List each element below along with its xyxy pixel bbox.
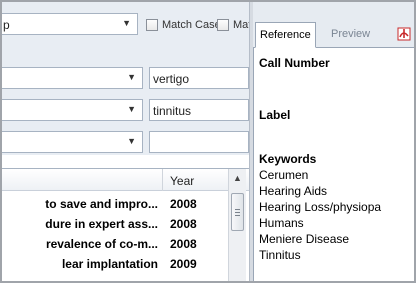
- search-term-value-1: vertigo: [153, 72, 190, 86]
- row-title: revalence of co-m...: [45, 237, 158, 251]
- column-divider[interactable]: [162, 169, 163, 191]
- scroll-up-arrow-icon[interactable]: ▲: [233, 173, 242, 183]
- grip-line: [235, 215, 240, 216]
- grip-line: [235, 209, 240, 210]
- match-case-checkbox[interactable]: [146, 19, 158, 31]
- row-title: to save and impro...: [45, 197, 158, 211]
- search-field-select-2[interactable]: ▼: [0, 99, 143, 121]
- match-words-checkbox[interactable]: [217, 19, 229, 31]
- scrollbar-thumb[interactable]: [231, 193, 244, 231]
- keyword-item: Hearing Loss/physiopa: [259, 200, 382, 214]
- match-case-label: Match Case: [162, 19, 221, 31]
- row-year: 2008: [170, 237, 197, 251]
- search-field-select-3[interactable]: ▼: [0, 131, 143, 153]
- search-term-input-1[interactable]: vertigo: [149, 67, 249, 89]
- table-row[interactable]: dure in expert ass... 2008: [0, 215, 228, 234]
- grip-line: [235, 212, 240, 213]
- row-title: lear implantation: [61, 257, 158, 271]
- pdf-icon[interactable]: [396, 26, 412, 42]
- search-fields-area: p ▼ Match Case Mat ▼ vertigo ▼ ti: [0, 0, 249, 155]
- keywords-heading: Keywords: [259, 152, 317, 166]
- table-header: Year: [0, 169, 249, 191]
- search-field-select-1[interactable]: ▼: [0, 67, 143, 89]
- label-heading: Label: [259, 108, 291, 122]
- chevron-down-icon: ▼: [127, 72, 136, 82]
- keyword-item: Meniere Disease: [259, 232, 350, 246]
- reference-panel: Reference Preview Call Number Label Keyw…: [253, 0, 416, 283]
- table-row[interactable]: lear implantation 2009: [0, 255, 228, 274]
- match-case-option[interactable]: Match Case: [146, 17, 221, 33]
- row-year: 2008: [170, 217, 197, 231]
- chevron-down-icon: ▼: [127, 104, 136, 114]
- results-table: Year to save and impro... 2008 dure in e…: [0, 168, 249, 283]
- table-row[interactable]: to save and impro... 2008: [0, 195, 228, 214]
- keyword-item: Tinnitus: [259, 248, 301, 262]
- match-words-label: Mat: [233, 19, 249, 31]
- column-header-year[interactable]: Year: [170, 174, 194, 188]
- search-panel: p ▼ Match Case Mat ▼ vertigo ▼ ti: [0, 0, 249, 283]
- row-year: 2009: [170, 257, 197, 271]
- table-row[interactable]: revalence of co-m... 2008: [0, 235, 228, 254]
- tab-reference[interactable]: Reference: [255, 22, 316, 48]
- keyword-item: Cerumen: [259, 168, 309, 182]
- match-words-option[interactable]: Mat: [217, 17, 249, 33]
- search-scope-select[interactable]: p ▼: [0, 13, 138, 35]
- reference-details: Call Number Label Keywords Cerumen Heari…: [253, 48, 416, 283]
- search-term-input-3[interactable]: [149, 131, 249, 153]
- search-scope-value: p: [3, 18, 10, 32]
- vertical-scrollbar[interactable]: ▲: [228, 169, 246, 283]
- keyword-item: Hearing Aids: [259, 184, 328, 198]
- chevron-down-icon: ▼: [122, 18, 131, 28]
- row-year: 2008: [170, 197, 197, 211]
- search-term-input-2[interactable]: tinnitus: [149, 99, 249, 121]
- tab-preview[interactable]: Preview: [327, 22, 374, 48]
- chevron-down-icon: ▼: [127, 136, 136, 146]
- row-title: dure in expert ass...: [45, 217, 158, 231]
- keyword-item: Humans: [259, 216, 304, 230]
- search-term-value-2: tinnitus: [153, 104, 192, 118]
- call-number-heading: Call Number: [259, 56, 330, 70]
- reference-tab-bar: Reference Preview: [253, 0, 416, 48]
- search-options-row: p ▼ Match Case Mat: [0, 10, 249, 35]
